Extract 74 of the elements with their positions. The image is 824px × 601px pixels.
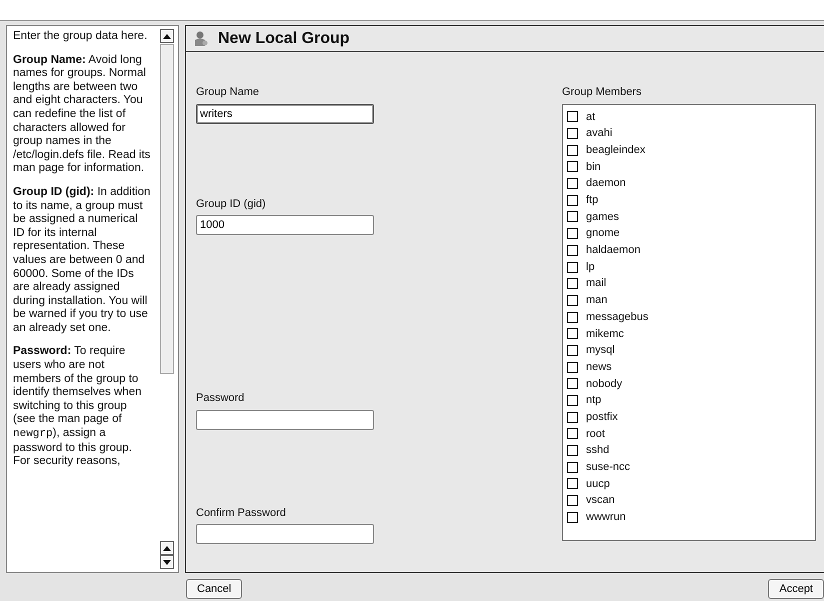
- field-label: Confirm Password: [196, 506, 287, 520]
- member-name: messagebus: [586, 310, 648, 325]
- member-name: vscan: [586, 493, 615, 508]
- up-arrow-icon: [163, 34, 171, 38]
- member-name: lp: [586, 260, 595, 275]
- member-name: mysql: [586, 343, 615, 358]
- member-name: daemon: [586, 176, 626, 192]
- checkbox[interactable]: [567, 428, 578, 440]
- input-field[interactable]: writers: [196, 104, 374, 124]
- field-label: Group Name: [196, 85, 260, 100]
- member-name: beagleindex: [586, 142, 646, 158]
- input-field[interactable]: 1000: [196, 215, 374, 235]
- checkbox[interactable]: [567, 144, 578, 156]
- up-arrow-icon: [163, 546, 171, 550]
- member-name: mail: [586, 276, 606, 292]
- field-label: Password: [196, 391, 246, 406]
- scroll-down-button[interactable]: [160, 555, 174, 569]
- member-name: ftp: [586, 193, 598, 208]
- member-name: uucp: [586, 476, 610, 492]
- checkbox[interactable]: [567, 128, 578, 140]
- member-name: mikemc: [586, 326, 624, 342]
- member-name: ntp: [586, 393, 602, 408]
- checkbox[interactable]: [567, 194, 578, 206]
- checkbox[interactable]: [567, 228, 578, 240]
- checkbox[interactable]: [567, 462, 578, 473]
- checkbox[interactable]: [567, 344, 578, 356]
- checkbox[interactable]: [567, 294, 578, 306]
- member-name: postfix: [586, 410, 618, 425]
- member-name: wwwrun: [586, 510, 626, 526]
- member-name: nobody: [586, 376, 622, 392]
- checkbox[interactable]: [567, 161, 578, 172]
- field-label: Group ID (gid): [196, 196, 267, 212]
- member-name: haldaemon: [586, 243, 640, 258]
- member-name: root: [586, 426, 605, 442]
- checkbox[interactable]: [567, 244, 578, 256]
- scrollbar-thumb[interactable]: [160, 44, 174, 374]
- member-name: sshd: [586, 443, 610, 458]
- dialog-button[interactable]: Cancel: [186, 579, 242, 599]
- member-name: bin: [586, 160, 601, 175]
- checkbox[interactable]: [567, 178, 578, 190]
- checkbox[interactable]: [567, 278, 578, 290]
- checkbox[interactable]: [567, 512, 578, 523]
- input-field[interactable]: [196, 410, 374, 430]
- checkbox[interactable]: [567, 262, 578, 273]
- checkbox[interactable]: [567, 312, 578, 323]
- dialog-button[interactable]: Accept: [768, 579, 824, 599]
- help-paragraph: Password: To require users who are not members of the group to identify themselves when switching to this group (see the man page of newgrp), assign a password to this group. For security reasons,: [13, 345, 142, 469]
- scroll-up-button[interactable]: [160, 541, 174, 555]
- dialog-title: New Local Group: [218, 28, 350, 48]
- member-name: at: [586, 110, 596, 125]
- checkbox[interactable]: [567, 211, 578, 222]
- member-name: suse-ncc: [586, 460, 630, 476]
- checkbox[interactable]: [567, 412, 578, 423]
- checkbox[interactable]: [567, 378, 578, 390]
- member-name: news: [586, 360, 612, 375]
- member-name: gnome: [586, 226, 620, 242]
- input-field[interactable]: [196, 524, 374, 544]
- member-name: games: [586, 210, 620, 225]
- field-label: Group Members: [562, 85, 642, 100]
- checkbox[interactable]: [567, 478, 578, 490]
- checkbox[interactable]: [567, 362, 578, 373]
- checkbox[interactable]: [567, 445, 578, 456]
- down-arrow-icon: [163, 560, 171, 564]
- help-paragraph: Group Name: Avoid long names for groups. Normal lengths are between two and eight characters. You can redefine the list of characters allowed for group names in the /etc/login.defs file. Read its man page for information.: [13, 54, 152, 176]
- checkbox[interactable]: [567, 495, 578, 506]
- help-paragraph: Group ID (gid): In addition to its name, a group must be assigned a numerical ID for its internal representation. These values are between 0 and 60000. Some of the IDs are already assigned during installation. You will be warned if you try to use an already set one.: [13, 186, 152, 336]
- checkbox[interactable]: [567, 111, 578, 122]
- scroll-up-button[interactable]: [160, 29, 174, 43]
- group-icon: [194, 30, 208, 46]
- member-name: avahi: [586, 126, 612, 142]
- help-paragraph: Enter the group data here.: [13, 30, 148, 44]
- checkbox[interactable]: [567, 395, 578, 406]
- member-name: man: [586, 293, 608, 308]
- checkbox[interactable]: [567, 328, 578, 340]
